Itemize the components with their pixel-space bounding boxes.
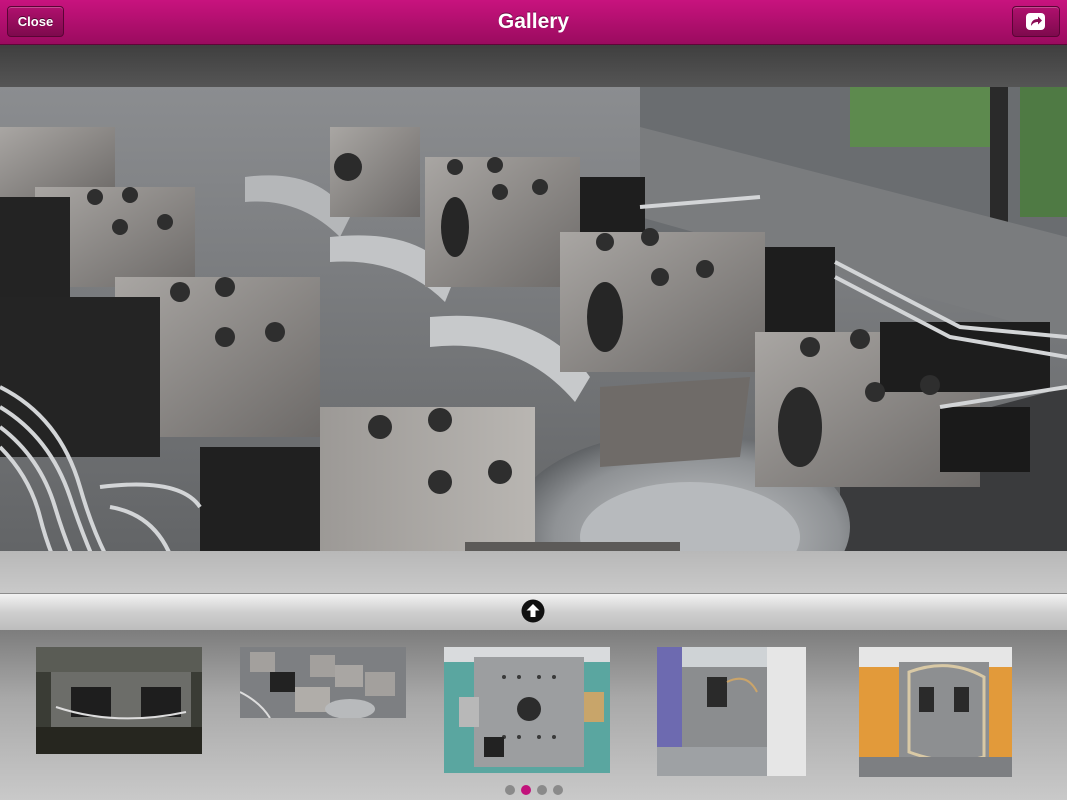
share-button[interactable] <box>1012 6 1060 37</box>
page-dot-4[interactable] <box>552 785 563 795</box>
share-arrow-icon <box>1026 13 1045 30</box>
main-photo[interactable] <box>0 87 1067 593</box>
thumbnail-3[interactable] <box>444 647 610 773</box>
thumbnail-strip <box>0 630 1067 800</box>
page-dot-1[interactable] <box>504 785 515 795</box>
arrow-up-circle-icon[interactable] <box>521 599 545 623</box>
thumbnail-toggle-bar[interactable] <box>0 593 1067 631</box>
thumbnail-5[interactable] <box>859 647 1012 777</box>
page-dot-2[interactable] <box>520 785 531 795</box>
page-title: Gallery <box>497 10 570 33</box>
page-indicator <box>0 782 1067 795</box>
thumbnail-1[interactable] <box>36 647 202 754</box>
navigation-bar: Close Gallery <box>0 0 1067 45</box>
thumbnail-2[interactable] <box>240 647 406 718</box>
image-viewer[interactable] <box>0 45 1067 593</box>
caption-area <box>0 551 1067 593</box>
thumbnail-4[interactable] <box>657 647 806 776</box>
page-dot-3[interactable] <box>536 785 547 795</box>
